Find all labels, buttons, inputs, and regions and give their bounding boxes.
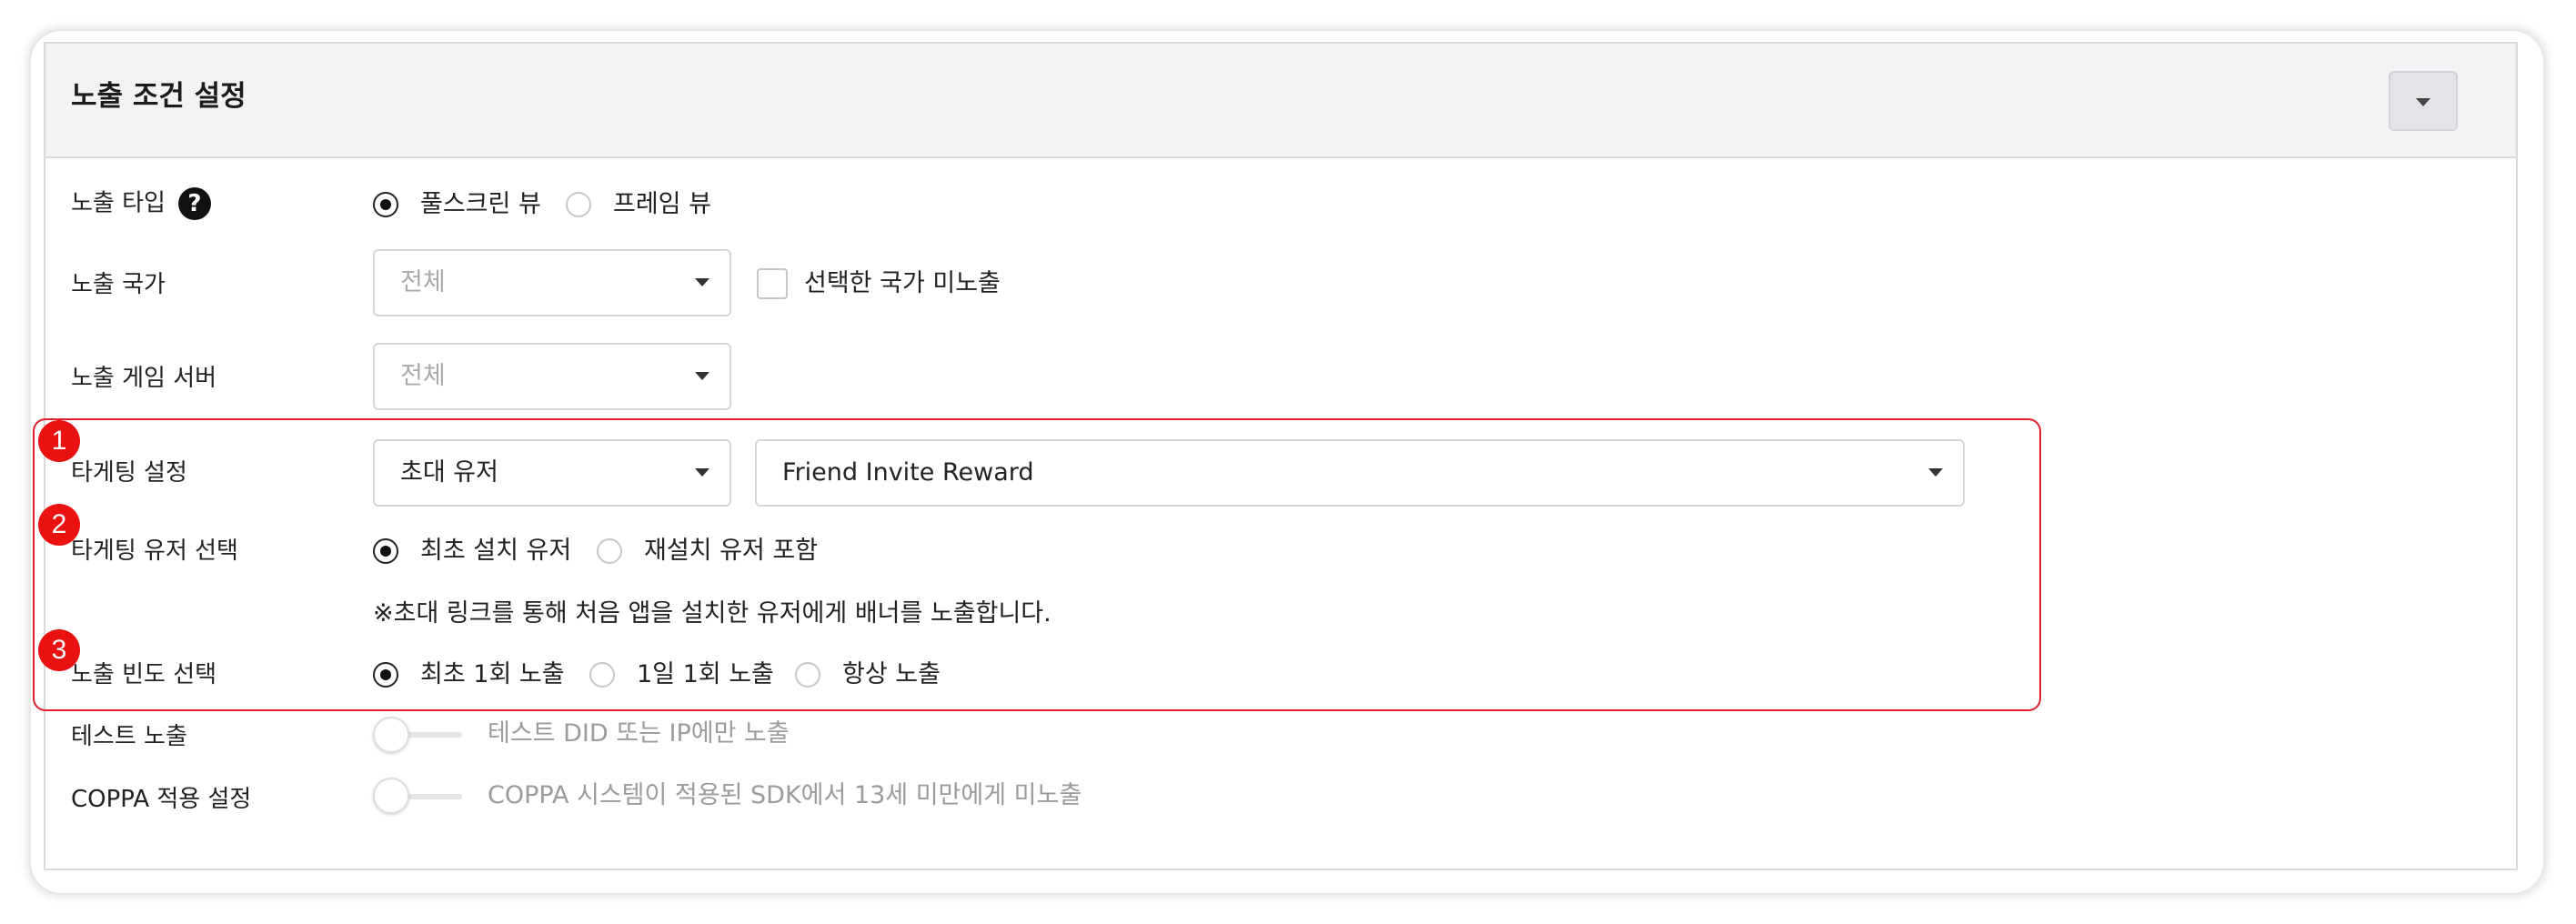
caret-down-icon: [695, 372, 709, 380]
panel-title: 노출 조건 설정: [71, 80, 247, 113]
radio-frame-view[interactable]: [566, 192, 591, 217]
hide-selected-country-label: 선택한 국가 미노출: [804, 269, 1001, 297]
annotation-badge-1: 1: [38, 420, 80, 462]
test-exposure-label: 테스트 노출: [71, 723, 187, 750]
radio-frame-view-label: 프레임 뷰: [613, 190, 711, 218]
question-circle-icon[interactable]: ?: [177, 187, 211, 220]
collapse-button[interactable]: [2389, 71, 2458, 131]
exposure-country-label: 노출 국가: [71, 271, 166, 298]
radio-fullscreen-view[interactable]: [373, 192, 398, 217]
country-select-value: 전체: [400, 268, 446, 296]
radio-fullscreen-view-label: 풀스크린 뷰: [420, 190, 541, 218]
coppa-label: COPPA 적용 설정: [71, 786, 252, 813]
caret-down-icon: [2416, 98, 2430, 106]
coppa-description: COPPA 시스템이 적용된 SDK에서 13세 미만에게 미노출: [488, 781, 1082, 809]
annotation-badge-3: 3: [38, 629, 80, 671]
hide-selected-country-checkbox[interactable]: [757, 268, 788, 299]
exposure-server-label: 노출 게임 서버: [71, 365, 217, 392]
server-select-value: 전체: [400, 362, 446, 390]
test-exposure-toggle[interactable]: [373, 717, 409, 753]
annotation-badge-2: 2: [38, 504, 80, 546]
test-exposure-description: 테스트 DID 또는 IP에만 노출: [488, 719, 790, 748]
panel-header: 노출 조건 설정: [45, 44, 2516, 158]
caret-down-icon: [695, 278, 709, 286]
exposure-type-label: 노출 타입?: [71, 187, 211, 220]
server-select[interactable]: 전체: [373, 343, 731, 410]
coppa-toggle[interactable]: [373, 778, 409, 814]
annotation-highlight-box: [33, 418, 2041, 711]
exposure-type-label-text: 노출 타입: [71, 189, 166, 217]
country-select[interactable]: 전체: [373, 249, 731, 316]
